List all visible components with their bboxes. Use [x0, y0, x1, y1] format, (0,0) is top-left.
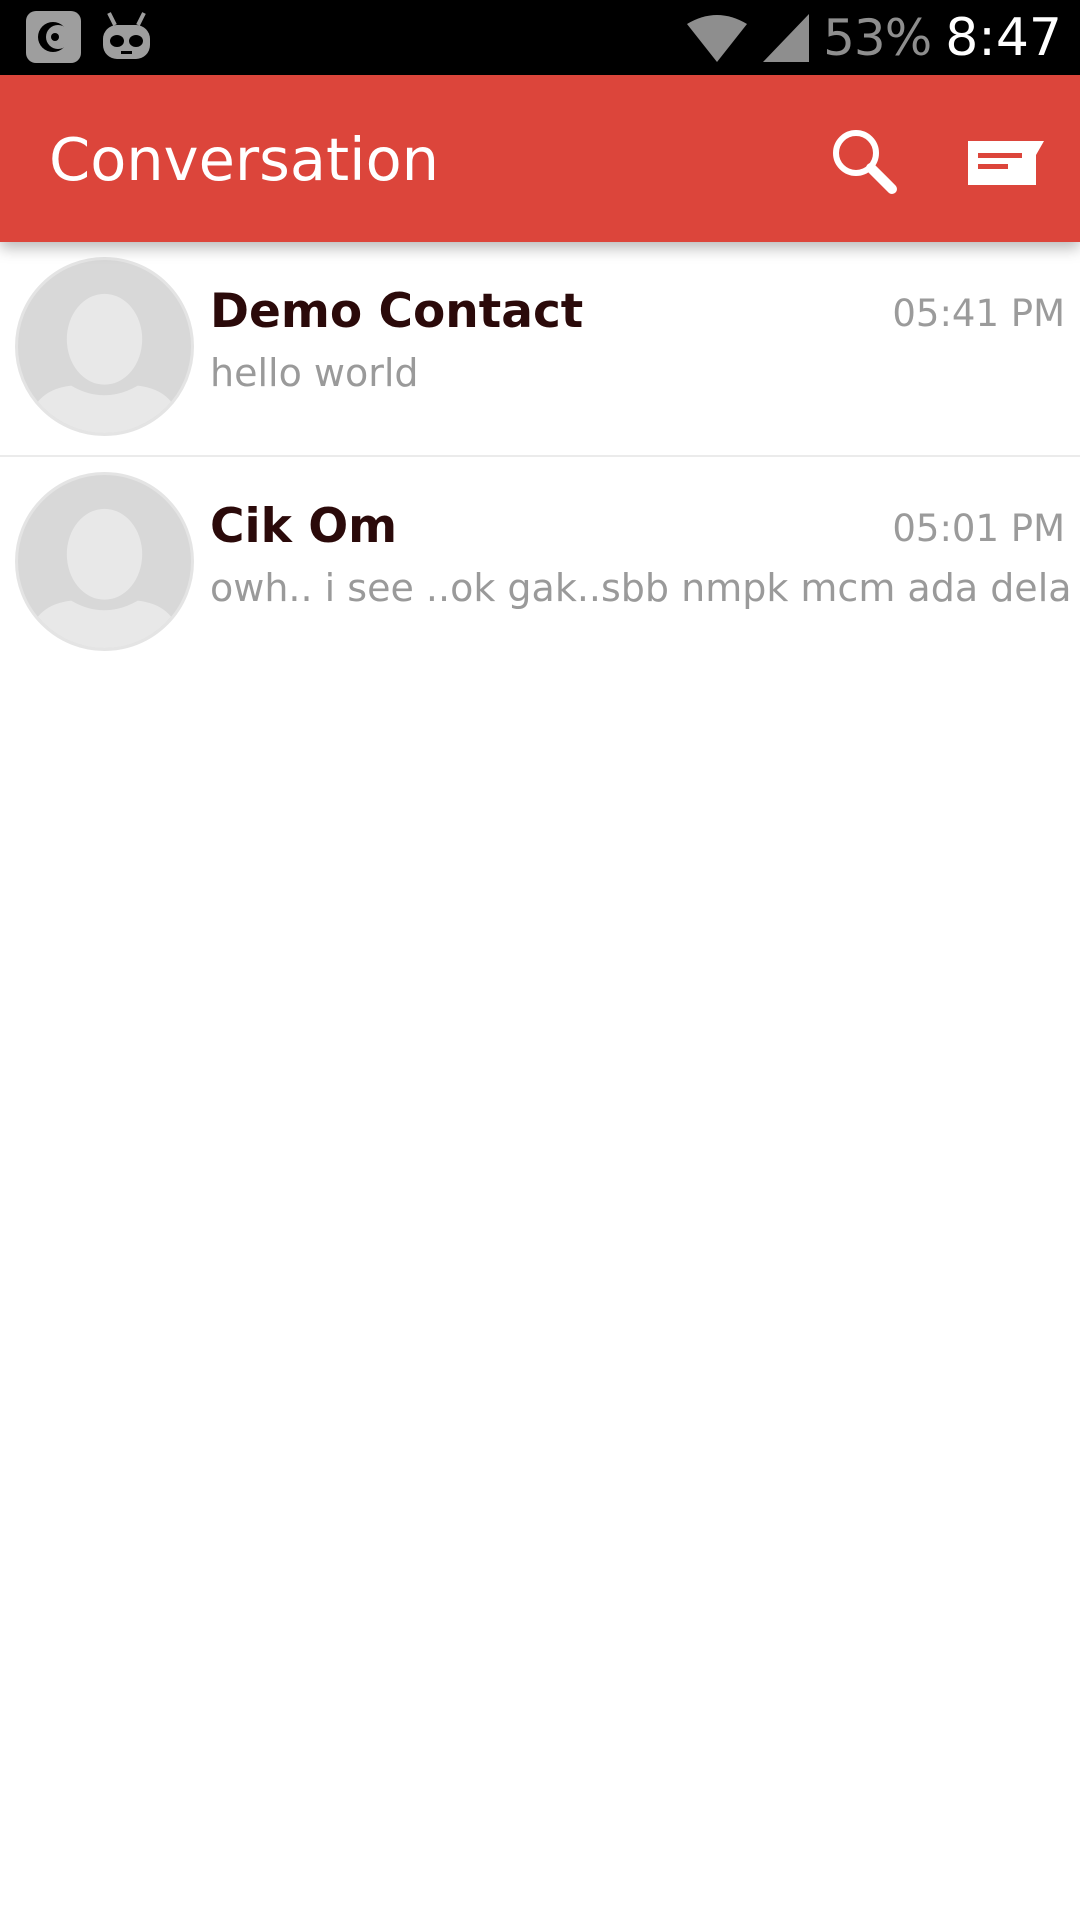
- clock: 8:47: [945, 7, 1062, 68]
- compose-message-icon: [968, 141, 1044, 185]
- status-bar: 53% 8:47: [0, 0, 1080, 75]
- conversation-item[interactable]: Demo Contact 05:41 PM hello world: [0, 242, 1080, 455]
- android-robot-icon: [103, 12, 150, 59]
- default-avatar-icon: [27, 293, 182, 433]
- wifi-icon: [687, 14, 748, 62]
- contact-name: Demo Contact: [210, 284, 584, 339]
- page-title: Conversation: [49, 125, 440, 194]
- message-preview: hello world: [210, 351, 419, 395]
- signal-icon: [763, 13, 810, 62]
- search-icon: [833, 130, 897, 194]
- search-button[interactable]: [816, 113, 912, 209]
- message-time: 05:01 PM: [892, 507, 1065, 550]
- app-bar: Conversation: [0, 75, 1080, 242]
- message-preview: owh.. i see ..ok gak..sbb nmpk mcm ada d…: [210, 566, 1070, 610]
- cyanogen-icon: [26, 11, 81, 63]
- battery-level: 53%: [823, 8, 932, 67]
- conversation-list: Demo Contact 05:41 PM hello world Cik Om…: [0, 242, 1080, 668]
- contact-name: Cik Om: [210, 499, 398, 554]
- avatar: [15, 472, 194, 651]
- avatar: [15, 257, 194, 436]
- compose-button[interactable]: [958, 113, 1054, 209]
- conversation-item[interactable]: Cik Om 05:01 PM owh.. i see ..ok gak..sb…: [0, 455, 1080, 668]
- default-avatar-icon: [27, 508, 182, 648]
- message-time: 05:41 PM: [892, 292, 1065, 335]
